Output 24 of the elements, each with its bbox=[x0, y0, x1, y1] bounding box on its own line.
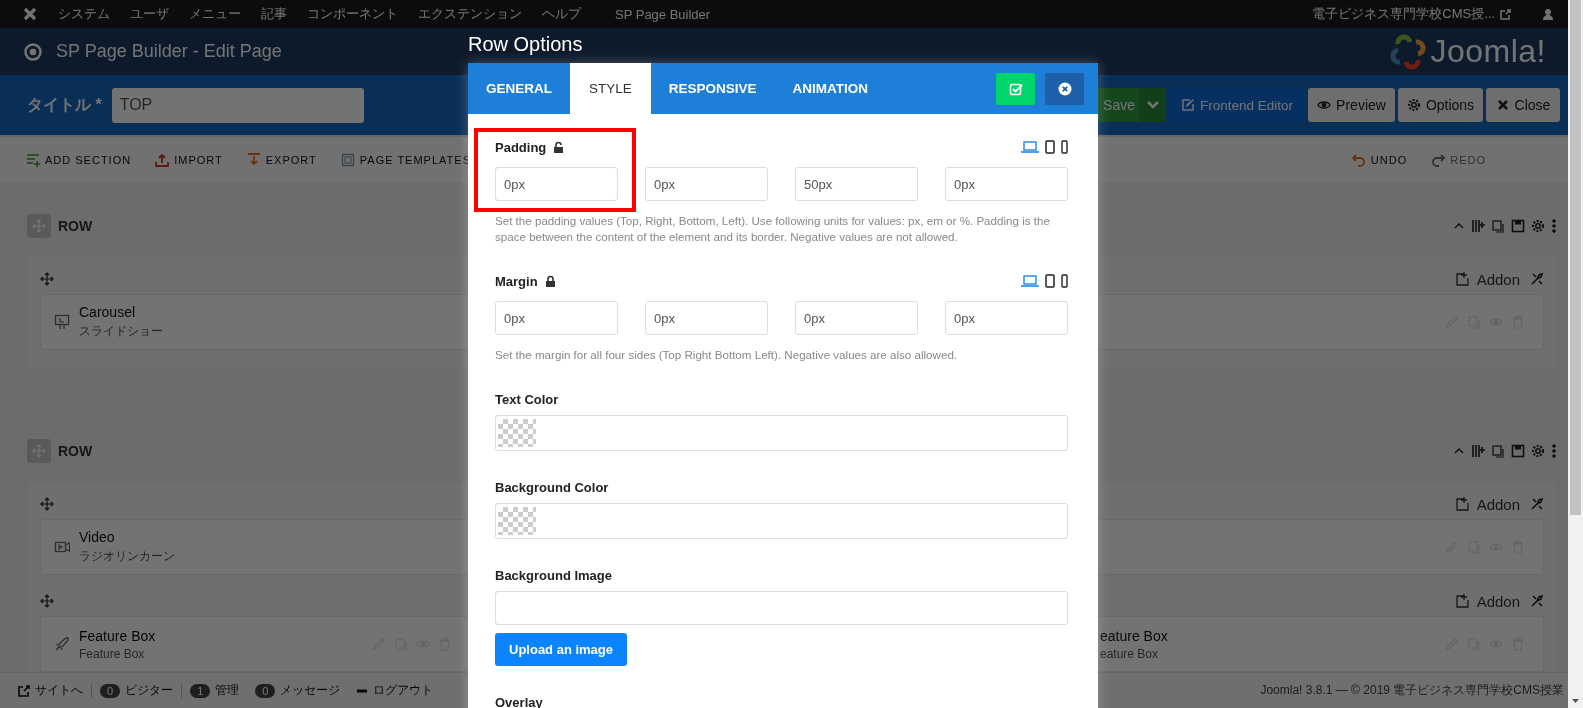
field-label: Margin bbox=[495, 273, 538, 289]
help-text: Set the margin for all four sides (Top Right Bottom Left). Negative values are also allowed. bbox=[495, 347, 959, 363]
addon-subtitle: eature Box bbox=[1100, 646, 1160, 661]
addon-name: Carousel bbox=[79, 304, 137, 320]
help-text: Set the padding values (Top, Right, Bottom, Left). Use following units for values: px, em or %. Padding is the space between the content of the element and its border. Negative values are not allowed. bbox=[495, 213, 1051, 245]
addon-name: Video bbox=[79, 529, 116, 545]
dialog-title: Row Options bbox=[468, 32, 584, 57]
count-badge: 0 bbox=[100, 683, 121, 698]
addon-name: eature Box bbox=[1100, 627, 1168, 644]
addon-subtitle: ラジオリンカーン bbox=[79, 548, 175, 565]
page-title: SP Page Builder - Edit Page bbox=[56, 41, 282, 62]
addon-subtitle: スライドショー bbox=[79, 323, 163, 340]
logo-text: Joomla! bbox=[1430, 33, 1546, 70]
field-label: Padding bbox=[495, 139, 547, 155]
footer-credit: Joomla! 3.8.1 — © 2019 電子ビジネス専門学校CMS授業 bbox=[1260, 682, 1564, 699]
addon-name: Feature Box bbox=[79, 627, 156, 644]
row-title: ROW bbox=[58, 218, 93, 234]
row-title: ROW bbox=[58, 443, 93, 459]
field-label: Text Color bbox=[495, 391, 559, 407]
count-badge: 1 bbox=[190, 683, 211, 698]
field-label: タイトル * bbox=[27, 94, 102, 115]
count-badge: 0 bbox=[255, 683, 276, 698]
field-label: Background Color bbox=[495, 479, 609, 495]
addon-subtitle: Feature Box bbox=[79, 646, 146, 661]
